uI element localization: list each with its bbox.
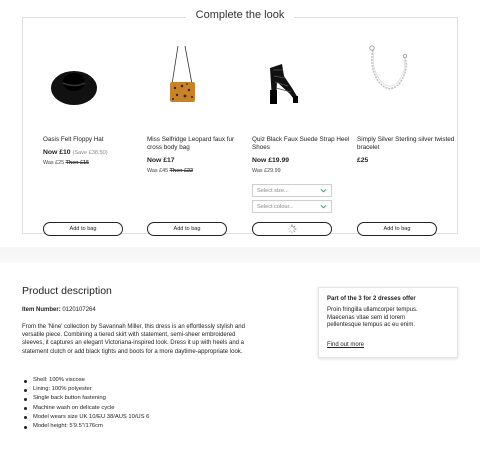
offer-body: Proin fringilla ullamcorper tempus. Maec… (327, 307, 418, 329)
add-to-bag-button[interactable]: Add to bag (357, 222, 437, 236)
was-price: Was £25 Then £15 (43, 160, 89, 166)
product-image-bag[interactable] (147, 38, 247, 116)
find-out-more-link[interactable]: Find out more (327, 342, 364, 348)
section-divider (0, 247, 480, 263)
add-to-bag-button[interactable]: Add to bag (43, 222, 123, 236)
was-price: Was £45 Then £22 (147, 168, 193, 174)
product-details-list: Shell: 100% viscose Lining: 100% polyest… (22, 376, 262, 431)
list-item: Single back button fastening (22, 394, 262, 403)
section-title: Complete the look (0, 9, 480, 21)
product-name[interactable]: Miss Selfridge Leopard faux fur cross bo… (147, 136, 247, 152)
product-name[interactable]: Simply Silver Sterling silver twisted br… (357, 136, 457, 152)
product-image-shoes[interactable] (252, 38, 352, 116)
page-title: Product description (22, 285, 112, 297)
list-item: Model height: 5'9.5"/176cm (22, 422, 262, 431)
was-price: Was £29.99 (252, 168, 281, 174)
list-item: Lining: 100% polyester (22, 385, 262, 394)
product-price: Now £10 (Save £38.50) (43, 149, 108, 156)
complete-the-look-panel: Oasis Felt Floppy Hat Now £10 (Save £38.… (22, 17, 458, 236)
product-description-text: From the 'Nine' collection by Savannah M… (22, 324, 245, 355)
product-price: Now £19.99 (252, 157, 290, 164)
list-item: Shell: 100% viscose (22, 376, 262, 385)
product-image-bracelet[interactable] (357, 38, 457, 116)
list-item: Machine wash on delicate cycle (22, 404, 262, 413)
size-select[interactable]: Select size... (252, 184, 332, 197)
save-amount: (Save £38.50) (72, 150, 108, 156)
list-item: Model wears size UK 10/EU 38/AUS 10/US 6 (22, 413, 262, 422)
product-price: £25 (357, 157, 369, 164)
add-to-bag-button-loading[interactable] (252, 222, 332, 236)
item-number: Item Number: 0120107264 (22, 307, 96, 313)
add-to-bag-button[interactable]: Add to bag (147, 222, 227, 236)
product-image-hat[interactable] (43, 38, 143, 116)
offer-card: Part of the 3 for 2 dresses offer Proin … (318, 287, 458, 358)
chevron-down-icon (320, 188, 327, 193)
loading-spinner-icon (287, 224, 297, 234)
offer-title: Part of the 3 for 2 dresses offer (327, 296, 416, 302)
product-name[interactable]: Quiz Black Faux Suede Strap Heel Shoes (252, 136, 352, 152)
product-name[interactable]: Oasis Felt Floppy Hat (43, 136, 143, 144)
product-price: Now £17 (147, 157, 175, 164)
chevron-down-icon (320, 204, 327, 209)
colour-select[interactable]: Select colour... (252, 200, 332, 213)
